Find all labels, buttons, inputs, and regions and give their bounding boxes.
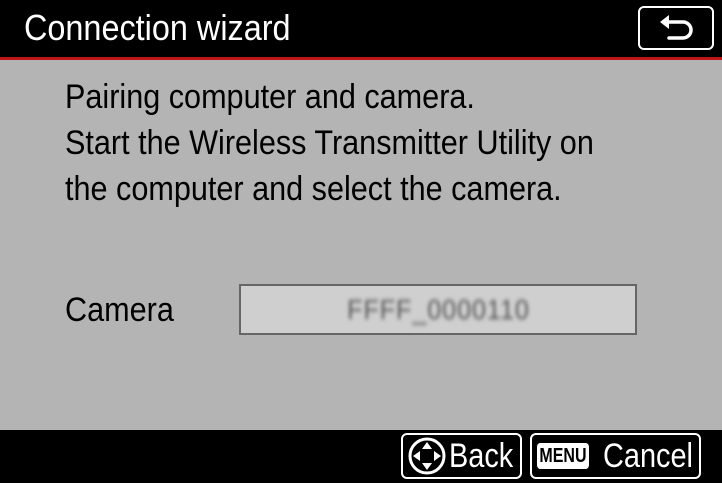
menu-button-badge: MENU: [537, 443, 589, 469]
connection-wizard-screen: Connection wizard Pairing computer and c…: [0, 0, 722, 483]
multi-selector-icon: [407, 436, 447, 476]
return-arrow-icon: [657, 13, 695, 43]
camera-name-value: FFFF_0000110: [346, 293, 530, 325]
back-button[interactable]: Back: [401, 433, 522, 479]
instruction-line: Pairing computer and camera.: [65, 78, 475, 116]
instruction-line: the computer and select the camera.: [65, 170, 562, 208]
cancel-button[interactable]: MENU Cancel: [530, 433, 701, 479]
instruction-line: Start the Wireless Transmitter Utility o…: [65, 124, 594, 162]
footer-bar: Back MENU Cancel: [0, 430, 722, 483]
title-divider: [0, 57, 722, 60]
back-label: Back: [449, 437, 514, 475]
page-title: Connection wizard: [24, 7, 291, 48]
cancel-label: Cancel: [602, 437, 693, 475]
camera-name-field: FFFF_0000110: [239, 284, 637, 335]
return-button[interactable]: [638, 6, 714, 50]
title-bar: Connection wizard: [0, 0, 722, 57]
instruction-text: Pairing computer and camera. Start the W…: [65, 74, 594, 212]
camera-label: Camera: [65, 291, 174, 329]
